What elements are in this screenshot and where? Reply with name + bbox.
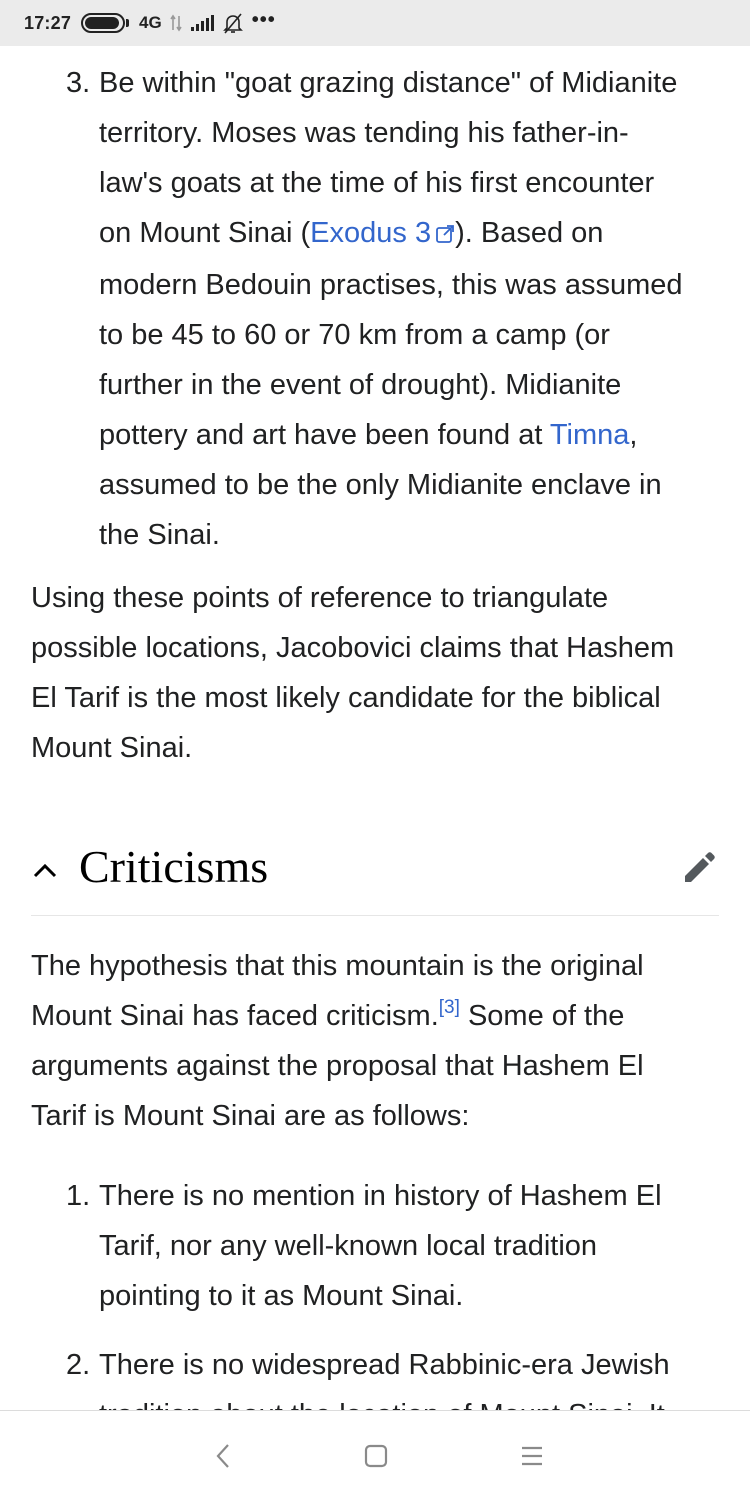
criticism-intro-paragraph: The hypothesis that this mountain is the… <box>31 941 726 1141</box>
bell-off-icon <box>222 12 244 34</box>
text-line: to be 45 to 60 or 70 km from a camp (or <box>99 319 610 351</box>
text-line: Be within "goat grazing distance" of Mid… <box>99 67 678 99</box>
text-line: Tarif is Mount Sinai are as follows: <box>31 1100 470 1132</box>
chevron-up-icon[interactable] <box>31 853 67 889</box>
exodus-3-link[interactable]: Exodus 3 <box>310 217 431 249</box>
text-line: Tarif, nor any well-known local traditio… <box>99 1230 598 1262</box>
text-span: Some of the <box>459 1000 625 1032</box>
text-line: The hypothesis that this mountain is the… <box>31 950 644 982</box>
conclusion-paragraph: Using these points of reference to trian… <box>31 573 726 773</box>
text-line: Mount Sinai. <box>31 732 193 764</box>
criticisms-section-header[interactable]: Criticisms <box>31 826 719 916</box>
text-line: on Mount Sinai (Exodus 3 ). Based on <box>99 208 729 260</box>
navigation-bar <box>0 1410 750 1500</box>
text-line: pointing to it as Mount Sinai. <box>99 1280 464 1312</box>
back-icon[interactable] <box>203 1439 243 1473</box>
text-line: El Tarif is the most likely candidate fo… <box>31 682 661 714</box>
text-line: tradition about the location of Mount Si… <box>99 1390 729 1410</box>
list-item-body: There is no widespread Rabbinic-era Jewi… <box>99 1340 729 1410</box>
text-line: Mount Sinai has faced criticism.[3] Some… <box>31 991 726 1041</box>
status-bar: 17:27 4G ••• <box>0 0 750 46</box>
data-arrows-icon <box>170 14 182 32</box>
pencil-icon[interactable] <box>679 848 719 888</box>
text-line: assumed to be the only Midianite enclave… <box>99 469 662 501</box>
text-line: possible locations, Jacobovici claims th… <box>31 632 675 664</box>
text-line: the Sinai. <box>99 519 220 551</box>
home-icon[interactable] <box>356 1439 396 1473</box>
text-line: pottery and art have been found at Timna… <box>99 410 729 460</box>
list-item-body: Be within "goat grazing distance" of Mid… <box>99 58 729 560</box>
menu-icon[interactable] <box>512 1439 552 1473</box>
signal-icon <box>190 14 214 32</box>
text-span: Mount Sinai has faced criticism. <box>31 1000 439 1032</box>
text-line: There is no widespread Rabbinic-era Jewi… <box>99 1349 670 1381</box>
citation-ref-3[interactable]: [3] <box>439 997 460 1018</box>
text-line: modern Bedouin practises, this was assum… <box>99 269 683 301</box>
battery-cap <box>126 19 130 27</box>
network-type: 4G <box>139 13 162 32</box>
list-item-body: There is no mention in history of Hashem… <box>99 1171 729 1321</box>
more-notifications-icon: ••• <box>251 8 276 31</box>
text-span: on Mount Sinai ( <box>99 217 311 249</box>
text-span: , <box>629 419 638 451</box>
battery-icon <box>81 13 126 33</box>
text-line: arguments against the proposal that Hash… <box>31 1050 644 1082</box>
external-link-icon <box>435 210 455 260</box>
text-line: further in the event of drought). Midian… <box>99 369 622 401</box>
text-line: law's goats at the time of his first enc… <box>99 167 655 199</box>
text-line: territory. Moses was tending his father-… <box>99 117 629 149</box>
text-span: ). Based on <box>455 217 604 249</box>
status-time: 17:27 <box>24 12 72 33</box>
text-span: pottery and art have been found at <box>99 419 550 451</box>
text-line: Using these points of reference to trian… <box>31 582 609 614</box>
timna-link[interactable]: Timna <box>550 419 630 451</box>
article-content: 3. Be within "goat grazing distance" of … <box>0 46 750 1410</box>
section-title: Criticisms <box>79 841 269 892</box>
text-line: There is no mention in history of Hashem… <box>99 1180 662 1212</box>
